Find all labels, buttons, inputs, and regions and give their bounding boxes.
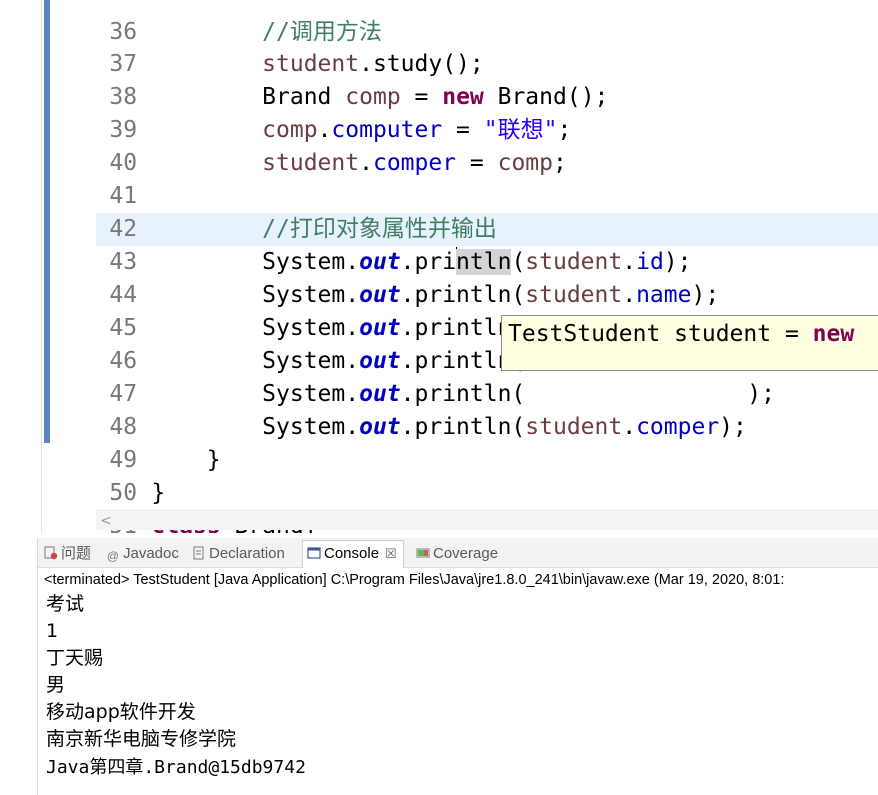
- console-icon: [307, 547, 321, 559]
- tab-label: Console: [324, 545, 380, 562]
- code-line-50[interactable]: 50}: [50, 444, 878, 506]
- console-output-line: 男: [46, 674, 66, 696]
- console-panel: 问题 @ Javadoc Declaration Console ☒ Coverag…: [37, 538, 878, 795]
- code-editor[interactable]: 36 //调用方法 37 student.study(); 38 Brand c…: [0, 0, 878, 533]
- console-output-line: 南京新华电脑专修学院: [46, 728, 237, 750]
- code-line-40[interactable]: 40 student.comper = comp;: [50, 114, 878, 176]
- declaration-icon: [193, 546, 204, 560]
- code-line-37[interactable]: 37 student.study();: [50, 15, 878, 77]
- code-line-45[interactable]: 45 System.out.println(student.gender);: [50, 279, 878, 341]
- tab-coverage[interactable]: Coverage: [416, 541, 498, 567]
- coverage-icon: [416, 548, 430, 558]
- console-output-line: 考试: [46, 593, 85, 615]
- code-line-41[interactable]: 41: [50, 147, 878, 209]
- tab-problems[interactable]: 问题: [44, 541, 91, 567]
- view-tab-bar: 问题 @ Javadoc Declaration Console ☒ Coverag…: [38, 538, 878, 568]
- tab-javadoc[interactable]: @ Javadoc: [106, 541, 179, 567]
- at-icon: @: [106, 549, 120, 563]
- code-line-36[interactable]: 36 //调用方法: [50, 0, 878, 45]
- tab-label: Javadoc: [123, 545, 179, 562]
- tab-label: Declaration: [209, 545, 285, 562]
- console-output-line: 丁天赐: [46, 647, 104, 669]
- tab-label: 问题: [61, 545, 92, 562]
- code-line-51[interactable]: 51class Brand{: [50, 477, 878, 533]
- horizontal-scrollbar[interactable]: <: [96, 510, 878, 530]
- tab-label: Coverage: [433, 545, 499, 562]
- code-line-49[interactable]: 49 }: [50, 411, 878, 473]
- close-icon[interactable]: ☒: [385, 546, 397, 561]
- editor-left-frame: [0, 0, 42, 533]
- console-output-line: Java第四章.Brand@15db9742: [46, 757, 306, 778]
- console-output-line: 1: [46, 620, 59, 642]
- code-line-43[interactable]: 43 System.out.println(student.id);: [50, 213, 878, 275]
- scroll-left-arrow-icon[interactable]: <: [98, 511, 114, 531]
- code-line-38[interactable]: 38 Brand comp = new Brand();: [50, 48, 878, 110]
- code-line-42[interactable]: 42 //打印对象属性并输出: [50, 180, 878, 242]
- tab-console[interactable]: Console ☒: [302, 540, 404, 568]
- problems-icon: [44, 546, 58, 560]
- tab-declaration[interactable]: Declaration: [192, 541, 285, 567]
- code-line-48[interactable]: 48 System.out.println(student.comper);: [50, 378, 878, 440]
- console-output-line: 移动app软件开发: [46, 701, 196, 723]
- code-line-44[interactable]: 44 System.out.println(student.name);: [50, 246, 878, 308]
- console-status-line: <terminated> TestStudent [Java Applicati…: [44, 572, 785, 588]
- hover-tooltip: TestStudent student = new: [501, 315, 878, 371]
- code-line-39[interactable]: 39 comp.computer = "联想";: [50, 81, 878, 143]
- tooltip-text: TestStudent student =: [508, 321, 813, 347]
- tooltip-keyword: new: [812, 321, 855, 347]
